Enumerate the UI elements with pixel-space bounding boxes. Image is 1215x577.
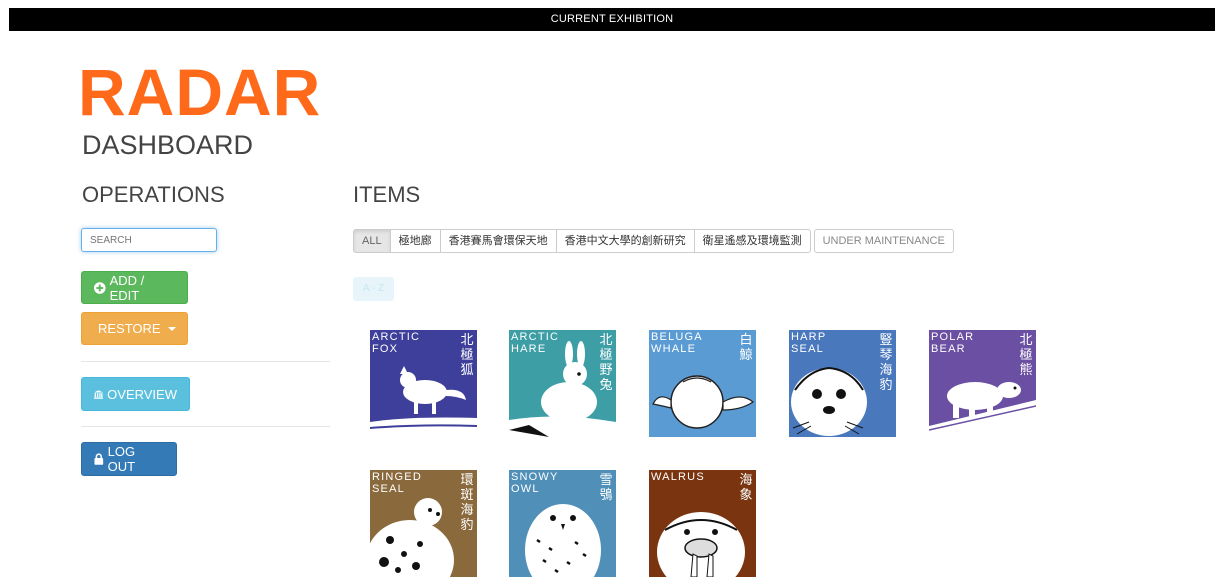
items-heading: ITEMS (353, 182, 421, 207)
item-tile-snowy-owl[interactable]: SNOWY OWL 雪鴞 (509, 470, 616, 577)
tile-english-name: BELUGA WHALE (651, 331, 703, 355)
filter-polar-gallery[interactable]: 極地廊 (389, 229, 441, 253)
tile-chinese-name: 北極熊 (1019, 332, 1033, 377)
add-edit-button[interactable]: ADD / EDIT (81, 271, 188, 304)
item-tile-arctic-fox[interactable]: ARCTIC FOX 北極狐 (370, 330, 477, 437)
lock-icon (94, 453, 104, 465)
tile-english-name: ARCTIC FOX (372, 331, 421, 355)
radar-logo: RADAR (78, 55, 322, 129)
plus-circle-icon (94, 281, 106, 294)
tile-chinese-name: 雪鴞 (599, 472, 613, 502)
search-input[interactable] (81, 228, 217, 252)
item-tile-harp-seal[interactable]: HARP SEAL 豎琴海豹 (789, 330, 896, 437)
tile-english-name: HARP SEAL (791, 331, 827, 355)
restore-label: RESTORE (98, 321, 161, 336)
tile-chinese-name: 北極狐 (460, 332, 474, 377)
filter-all[interactable]: ALL (353, 229, 391, 253)
caret-down-icon (167, 326, 176, 331)
operations-heading: OPERATIONS (82, 182, 225, 207)
item-tile-arctic-hare[interactable]: ARCTIC HARE 北極野兔 (509, 330, 616, 437)
page-title: DASHBOARD (82, 130, 254, 160)
add-edit-label: ADD / EDIT (109, 272, 145, 303)
tile-english-name: WALRUS (651, 471, 705, 483)
divider (81, 426, 330, 427)
tile-english-name: ARCTIC HARE (511, 331, 560, 355)
tile-english-name: POLAR BEAR (931, 331, 975, 355)
item-tile-walrus[interactable]: WALRUS 海象 (649, 470, 756, 577)
tile-chinese-name: 白鯨 (739, 332, 753, 362)
tile-chinese-name: 環斑海豹 (460, 472, 474, 532)
item-tile-beluga-whale[interactable]: BELUGA WHALE 白鯨 (649, 330, 756, 437)
filter-jockey-club-eco[interactable]: 香港賽馬會環保天地 (439, 229, 557, 253)
logout-button[interactable]: LOG OUT (81, 442, 177, 476)
item-tile-ringed-seal[interactable]: RINGED SEAL 環斑海豹 (370, 470, 477, 577)
category-filter-group: ALL 極地廊 香港賽馬會環保天地 香港中文大學的創新研究 衛星遙感及環境監測 … (353, 229, 954, 253)
logout-label: LOG OUT (107, 444, 136, 474)
tile-chinese-name: 海象 (739, 472, 753, 502)
tile-chinese-name: 豎琴海豹 (879, 332, 893, 392)
bank-icon (94, 389, 104, 399)
restore-button[interactable]: RESTORE (81, 312, 188, 345)
filter-remote-sensing[interactable]: 衛星遙感及環境監測 (693, 229, 811, 253)
tile-english-name: SNOWY OWL (511, 471, 559, 495)
overview-label: OVERVIEW (107, 386, 177, 402)
tile-chinese-name: 北極野兔 (599, 332, 613, 392)
filter-cuhk-research[interactable]: 香港中文大學的創新研究 (555, 229, 695, 253)
current-exhibition-bar[interactable]: CURRENT EXHIBITION (9, 8, 1215, 31)
filter-under-maintenance[interactable]: UNDER MAINTENANCE (813, 229, 954, 253)
item-tile-polar-bear[interactable]: POLAR BEAR 北極熊 (929, 330, 1036, 437)
divider (81, 361, 330, 362)
sort-az-button[interactable]: A - Z (353, 277, 394, 301)
overview-button[interactable]: OVERVIEW (81, 377, 190, 411)
tile-english-name: RINGED SEAL (372, 471, 422, 495)
